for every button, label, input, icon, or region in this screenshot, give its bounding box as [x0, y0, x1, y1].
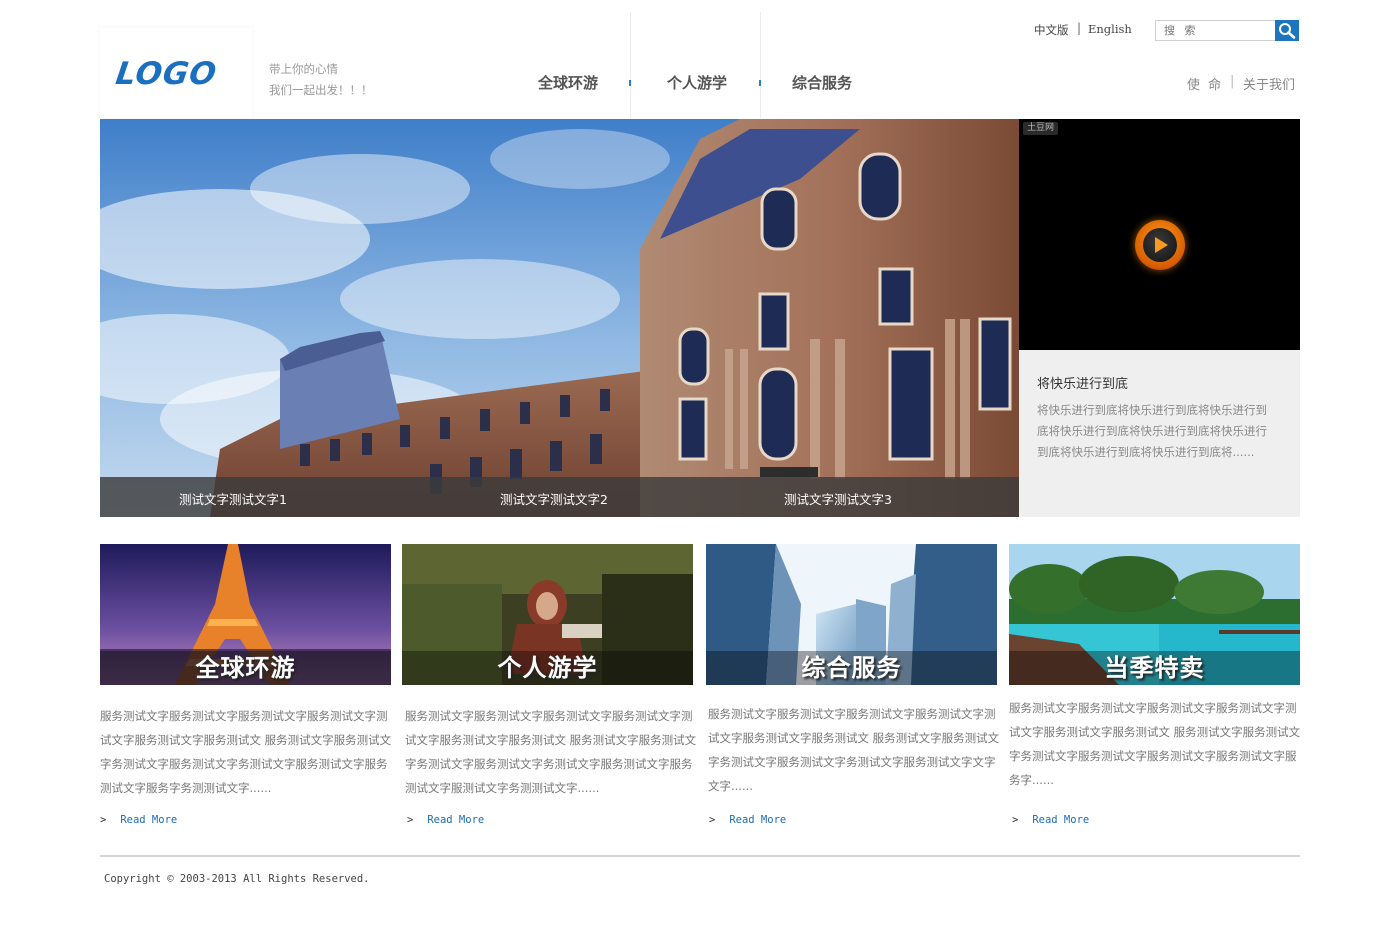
play-icon	[1143, 228, 1177, 262]
read-more-link[interactable]: > Read More	[1012, 814, 1089, 826]
search-button[interactable]	[1275, 20, 1299, 41]
video-title: 将快乐进行到底	[1037, 377, 1129, 392]
banner-caption-3[interactable]: 测试文字测试文字3	[784, 489, 892, 508]
service-card-study-tour: 个人游学 服务测试文字服务测试文字服务测试文字服务测试文字测试文字服务测试文字服…	[402, 544, 696, 826]
nav-divider-marker	[629, 80, 631, 86]
arrow-right-icon: >	[709, 814, 716, 826]
card-image[interactable]: 当季特卖	[1009, 544, 1300, 685]
banner-caption-bar: 测试文字测试文字1 测试文字测试文字2 测试文字测试文字3	[100, 477, 1019, 517]
card-image[interactable]: 个人游学	[402, 544, 693, 685]
card-image[interactable]: 综合服务	[706, 544, 997, 685]
card-description: 服务测试文字服务测试文字服务测试文字服务测试文字测试文字服务测试文字服务测试文 …	[405, 709, 697, 795]
service-card-global-travel: 全球环游 服务测试文字服务测试文字服务测试文字服务测试文字测试文字服务测试文字服…	[100, 544, 391, 826]
banner-caption-2[interactable]: 测试文字测试文字2	[500, 489, 608, 508]
lang-chinese-link[interactable]: 中文版	[1034, 22, 1069, 38]
nav-global-travel[interactable]: 全球环游	[538, 72, 598, 93]
card-title: 个人游学	[402, 651, 693, 685]
read-more-label[interactable]: Read More	[729, 814, 786, 826]
card-title: 综合服务	[706, 651, 997, 685]
arrow-right-icon: >	[1012, 814, 1019, 826]
read-more-link[interactable]: > Read More	[709, 814, 786, 826]
read-more-link[interactable]: > Read More	[407, 814, 484, 826]
read-more-label[interactable]: Read More	[427, 814, 484, 826]
read-more-label[interactable]: Read More	[120, 814, 177, 826]
tagline: 带上你的心情 我们一起出发！！！	[269, 59, 373, 101]
lang-english-link[interactable]: English	[1088, 22, 1132, 36]
nav-services[interactable]: 综合服务	[792, 72, 852, 93]
about-us-link[interactable]: 关于我们	[1243, 74, 1295, 93]
banner-caption-1[interactable]: 测试文字测试文字1	[179, 489, 287, 508]
service-card-seasonal-sale: 当季特卖 服务测试文字服务测试文字服务测试文字服务测试文字测试文字服务测试文字服…	[1009, 544, 1300, 826]
copyright-text: Copyright © 2003-2013 All Rights Reserve…	[104, 873, 370, 885]
card-image[interactable]: 全球环游	[100, 544, 391, 685]
arrow-right-icon: >	[407, 814, 414, 826]
site-logo[interactable]: LOGO	[113, 56, 219, 92]
card-description: 服务测试文字服务测试文字服务测试文字服务测试文字测试文字服务测试文字服务测试文 …	[100, 709, 392, 795]
video-source-badge: 土豆网	[1023, 122, 1059, 135]
arrow-right-icon: >	[100, 814, 107, 826]
service-card-services: 综合服务 服务测试文字服务测试文字服务测试文字服务测试文字测试文字服务测试文字服…	[706, 544, 999, 826]
video-info-panel: 将快乐进行到底 将快乐进行到底将快乐进行到底将快乐进行到底将快乐进行到底将快乐进…	[1019, 350, 1300, 517]
search-input[interactable]	[1155, 20, 1276, 41]
nav-divider-marker	[759, 80, 761, 86]
hero-banner[interactable]: 测试文字测试文字1 测试文字测试文字2 测试文字测试文字3	[100, 119, 1019, 517]
logo-area[interactable]: LOGO	[100, 28, 252, 118]
read-more-label[interactable]: Read More	[1032, 814, 1089, 826]
nav-divider	[630, 12, 631, 118]
site-header: LOGO 带上你的心情 我们一起出发！！！ 全球环游 个人游学 综合服务 中文版…	[0, 0, 1400, 119]
card-description: 服务测试文字服务测试文字服务测试文字服务测试文字测试文字服务测试文字服务测试文 …	[708, 707, 1000, 793]
play-triangle-icon	[1155, 237, 1168, 253]
read-more-link[interactable]: > Read More	[100, 814, 177, 826]
tagline-line-1: 带上你的心情	[269, 62, 338, 76]
search-icon	[1279, 23, 1296, 39]
louvre-palace-image	[100, 119, 1019, 517]
card-title: 全球环游	[100, 651, 391, 685]
video-player[interactable]: 土豆网	[1019, 119, 1300, 350]
video-description: 将快乐进行到底将快乐进行到底将快乐进行到底将快乐进行到底将快乐进行到底将快乐进行…	[1037, 403, 1267, 459]
nav-divider	[760, 12, 761, 118]
footer-divider	[100, 855, 1300, 857]
lang-separator: |	[1077, 21, 1082, 35]
links-separator: |	[1230, 74, 1235, 89]
nav-study-tour[interactable]: 个人游学	[667, 72, 727, 93]
play-button[interactable]	[1135, 220, 1185, 270]
mission-link[interactable]: 使 命	[1187, 74, 1223, 93]
card-description: 服务测试文字服务测试文字服务测试文字服务测试文字测试文字服务测试文字服务测试文 …	[1009, 701, 1301, 787]
card-title: 当季特卖	[1009, 651, 1300, 685]
tagline-line-2: 我们一起出发！！！	[269, 83, 373, 97]
